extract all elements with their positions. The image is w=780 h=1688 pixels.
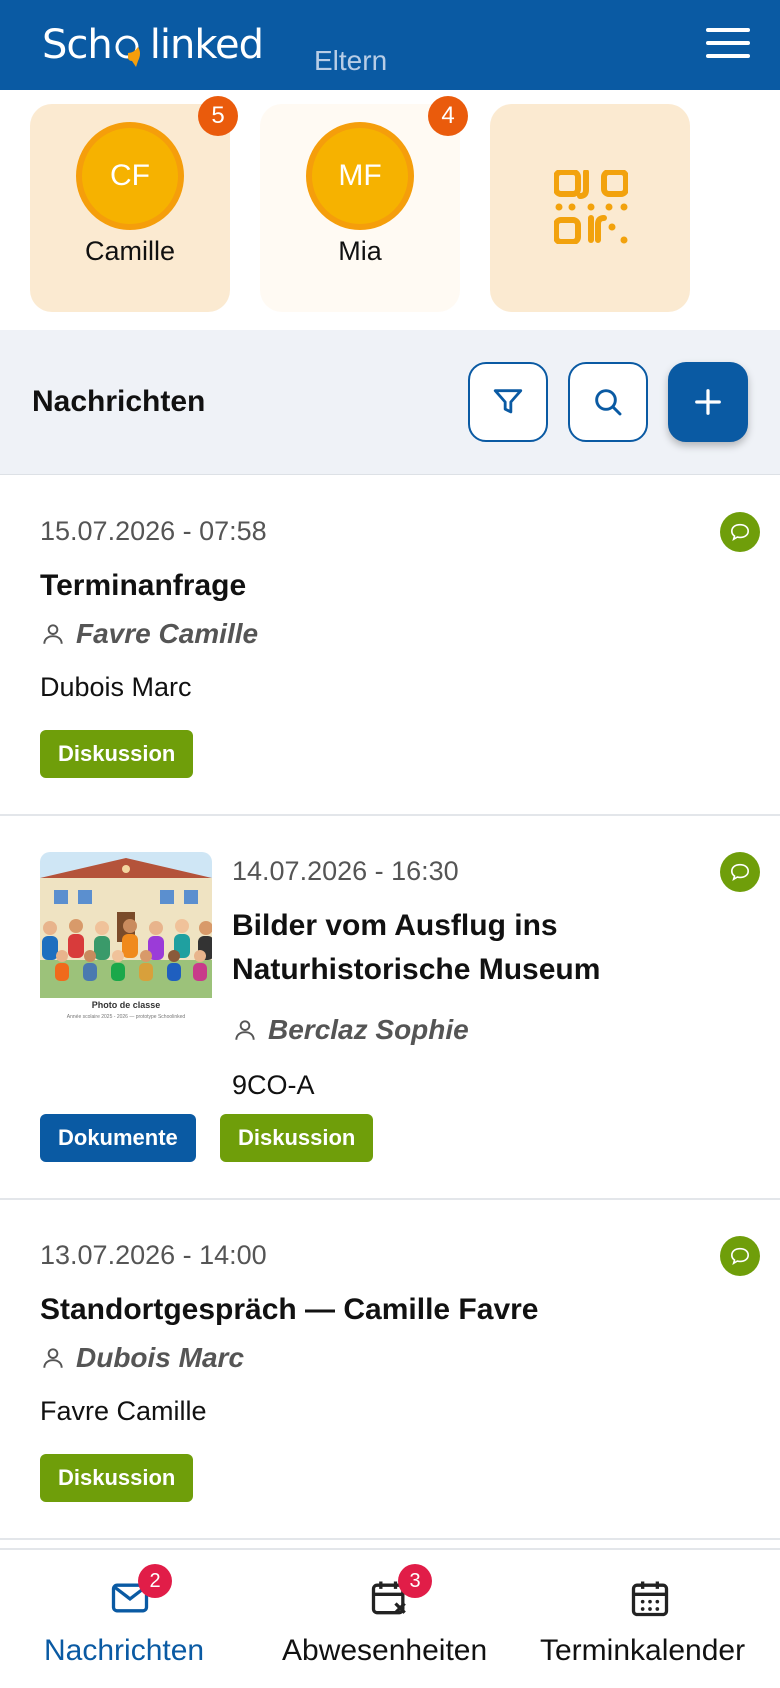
discussion-tag[interactable]: Diskussion xyxy=(40,1454,194,1502)
child-name: Camille xyxy=(84,236,176,266)
message-date: 13.07.2026 - 14:00 xyxy=(40,1240,267,1270)
person-icon xyxy=(43,624,63,644)
menu-icon-bar xyxy=(706,54,750,58)
documents-tag[interactable]: Dokumente xyxy=(40,1114,196,1162)
person-icon xyxy=(235,1020,255,1040)
avatar: MF xyxy=(306,122,414,230)
filter-icon xyxy=(493,389,523,414)
chat-bubble-icon xyxy=(720,1236,760,1276)
author-name: Berclaz Sophie xyxy=(268,1014,469,1045)
child-card-camille[interactable]: CF Camille 5 xyxy=(30,96,238,312)
unread-count-badge: 5 xyxy=(198,96,238,136)
qr-code-icon xyxy=(554,170,628,244)
message-recipient: Dubois Marc xyxy=(40,672,192,702)
app-logo: Sch linked xyxy=(42,20,264,70)
logo-bubble-icon xyxy=(114,33,148,67)
nav-label: Terminkalender xyxy=(540,1634,746,1667)
discussion-tag[interactable]: Diskussion xyxy=(220,1114,374,1162)
child-card-mia[interactable]: MF Mia 4 xyxy=(260,96,468,312)
nav-badge: 2 xyxy=(138,1564,172,1598)
avatar: CF xyxy=(76,122,184,230)
page-title: Nachrichten xyxy=(32,385,206,418)
thumbnail-subcaption: Année scolaire 2025 - 2026 — prototype S… xyxy=(66,1014,186,1020)
plus-icon xyxy=(695,389,721,415)
message-thumbnail[interactable]: Photo de classe Année scolaire 2025 - 20… xyxy=(40,852,212,1024)
nav-item-terminkalender[interactable]: Terminkalender xyxy=(520,1550,780,1688)
message-class: 9CO-A xyxy=(232,1070,315,1100)
message-title: Bilder vom Ausflug ins Naturhistorische … xyxy=(232,909,601,986)
menu-button[interactable] xyxy=(706,28,750,64)
child-name: Mia xyxy=(338,236,382,266)
nav-label: Abwesenheiten xyxy=(282,1634,488,1667)
search-icon xyxy=(595,389,622,416)
author-name: Favre Camille xyxy=(76,618,259,649)
qr-scan-card[interactable] xyxy=(490,104,690,312)
message-author: Favre Camille xyxy=(40,618,258,650)
app-header: Sch linked Eltern xyxy=(0,0,780,90)
person-icon xyxy=(43,1348,63,1368)
message-date: 15.07.2026 - 07:58 xyxy=(40,516,267,546)
bottom-navigation: 2 Nachrichten 3 Abwesenheiten Terminkale… xyxy=(0,1548,780,1688)
children-selector: CF Camille 5 MF Mia 4 xyxy=(0,90,780,330)
message-author: Dubois Marc xyxy=(40,1342,244,1374)
message-item[interactable]: Photo de classe Année scolaire 2025 - 20… xyxy=(0,816,780,1200)
message-item[interactable]: 13.07.2026 - 14:00 Standortgespräch — Ca… xyxy=(0,1200,780,1540)
message-list: 15.07.2026 - 07:58 Terminanfrage Favre C… xyxy=(0,476,780,1540)
chat-bubble-icon xyxy=(720,852,760,892)
author-name: Dubois Marc xyxy=(76,1342,245,1373)
chat-bubble-icon xyxy=(720,512,760,552)
nav-badge: 3 xyxy=(398,1564,432,1598)
search-button[interactable] xyxy=(568,362,648,442)
nav-item-abwesenheiten[interactable]: 3 Abwesenheiten xyxy=(260,1550,520,1688)
discussion-tag[interactable]: Diskussion xyxy=(40,730,194,778)
message-item[interactable]: 15.07.2026 - 07:58 Terminanfrage Favre C… xyxy=(0,476,780,816)
message-author: Berclaz Sophie xyxy=(232,1014,469,1046)
menu-icon-bar xyxy=(706,28,750,32)
unread-count-badge: 4 xyxy=(428,96,468,136)
filter-button[interactable] xyxy=(468,362,548,442)
thumbnail-caption: Photo de classe xyxy=(91,1000,161,1010)
message-title: Standortgespräch — Camille Favre xyxy=(40,1293,539,1326)
message-title: Terminanfrage xyxy=(40,569,247,602)
nav-item-nachrichten[interactable]: 2 Nachrichten xyxy=(0,1550,260,1688)
logo-text-left: Sch xyxy=(42,22,113,68)
message-date: 14.07.2026 - 16:30 xyxy=(232,856,459,886)
calendar-icon xyxy=(631,1581,669,1617)
menu-icon-bar xyxy=(706,41,750,45)
logo-text-right: linked xyxy=(149,22,264,68)
message-recipient: Favre Camille xyxy=(40,1396,207,1426)
class-photo-image xyxy=(40,852,212,998)
role-label: Eltern xyxy=(314,45,388,76)
messages-toolbar: Nachrichten xyxy=(0,330,780,475)
add-message-button[interactable] xyxy=(668,362,748,442)
nav-label: Nachrichten xyxy=(44,1634,205,1667)
